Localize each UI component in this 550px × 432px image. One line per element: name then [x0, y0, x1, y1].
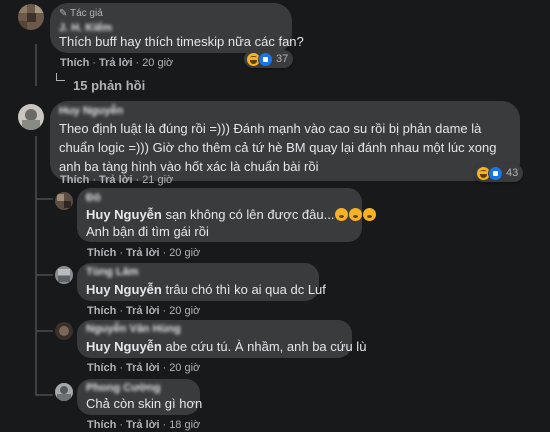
reaction-summary[interactable]: 43 — [474, 164, 524, 182]
mention-link[interactable]: Huy Nguyễn — [86, 207, 162, 222]
reply-actions: Thích · Trả lời · 20 giờ — [87, 247, 201, 259]
reply-button[interactable]: Trả lời — [126, 247, 160, 259]
reply-button[interactable]: Trả lời — [99, 57, 133, 69]
like-button[interactable]: Thích — [60, 57, 89, 69]
avatar[interactable] — [55, 192, 73, 210]
reply-button[interactable]: Trả lời — [126, 419, 160, 431]
reply-text: Huy Nguyễn sạn không có lên được đâu... — [86, 207, 377, 223]
like-button[interactable]: Thích — [87, 305, 116, 317]
thread-line — [35, 44, 37, 86]
comment-text: Theo định luật là đúng rồi =))) Đánh mạn… — [59, 121, 497, 174]
thread-line — [35, 136, 37, 396]
reply-text: Huy Nguyễn abe cứu tú. À nhầm, anh ba cứ… — [86, 339, 367, 354]
timestamp: 20 giờ — [169, 362, 201, 374]
reply-actions: Thích · Trả lời · 20 giờ — [87, 362, 201, 374]
comment-actions: Thích · Trả lời · 21 giờ — [60, 174, 174, 186]
comment-bubble: Huy Nguyễn Theo định luật là đúng rồi =)… — [50, 101, 520, 181]
like-icon — [488, 165, 503, 181]
thread-line — [35, 198, 53, 200]
reaction-summary[interactable]: 37 — [244, 50, 294, 68]
reply-author[interactable]: Nguyễn Văn Hùng — [86, 323, 181, 335]
reaction-count: 43 — [506, 167, 519, 179]
reply-bubble: Tùng Lâm Huy Nguyễn trâu chó thì ko ai q… — [77, 263, 326, 301]
emoji-icon — [349, 208, 363, 221]
reply-button[interactable]: Trả lời — [99, 174, 133, 186]
timestamp: 20 giờ — [169, 247, 201, 259]
like-button[interactable]: Thích — [87, 362, 116, 374]
emoji-icon — [335, 208, 349, 221]
comment-author[interactable]: Huy Nguyễn — [59, 105, 123, 117]
reply-author[interactable]: Tùng Lâm — [86, 266, 139, 278]
replies-arrow-icon — [56, 73, 65, 81]
reply-bubble: Đô Huy Nguyễn sạn không có lên được đâu.… — [77, 188, 377, 242]
thread-line — [35, 274, 53, 276]
reply-button[interactable]: Trả lời — [126, 362, 160, 374]
reply-text: Chả còn skin gì hơn — [86, 396, 203, 411]
reply-text: Huy Nguyễn trâu chó thì ko ai qua dc Luf — [86, 282, 326, 297]
reply-author[interactable]: Phong Cường — [86, 382, 160, 394]
avatar[interactable] — [55, 322, 73, 340]
reply-bubble: Nguyễn Văn Hùng Huy Nguyễn abe cứu tú. À… — [77, 320, 366, 358]
author-badge: ✎ Tác giả — [59, 8, 103, 19]
timestamp: 18 giờ — [169, 419, 201, 431]
like-button[interactable]: Thích — [60, 174, 89, 186]
avatar[interactable] — [55, 266, 73, 284]
like-button[interactable]: Thích — [87, 419, 116, 431]
comment-text: Thích buff hay thích timeskip nữa các fa… — [59, 34, 304, 49]
reply-text-line2: Anh bận đi tìm gái rồi — [86, 224, 209, 239]
mention-link[interactable]: Huy Nguyễn — [86, 282, 162, 297]
thread-line — [35, 394, 53, 396]
timestamp: 20 giờ — [169, 305, 201, 317]
reaction-count: 37 — [276, 53, 289, 65]
comment-actions: Thích · Trả lời · 20 giờ — [60, 57, 174, 69]
comment-bubble: ✎ Tác giả J. H. Kiểm Thích buff hay thíc… — [50, 3, 304, 53]
mention-link[interactable]: Huy Nguyễn — [86, 339, 162, 354]
thread-line — [35, 330, 53, 332]
reply-bubble: Phong Cường Chả còn skin gì hơn — [77, 379, 203, 415]
avatar[interactable] — [18, 104, 44, 130]
like-button[interactable]: Thích — [87, 247, 116, 259]
timestamp: 20 giờ — [142, 57, 174, 69]
reply-button[interactable]: Trả lời — [126, 305, 160, 317]
timestamp: 21 giờ — [142, 174, 174, 186]
avatar[interactable] — [55, 383, 73, 401]
reply-actions: Thích · Trả lời · 20 giờ — [87, 305, 201, 317]
comment-author[interactable]: J. H. Kiểm — [59, 22, 112, 34]
like-icon — [258, 51, 273, 67]
view-replies-link[interactable]: 15 phản hồi — [73, 78, 145, 93]
emoji-icon — [363, 208, 377, 221]
avatar[interactable] — [18, 4, 44, 30]
reply-actions: Thích · Trả lời · 18 giờ — [87, 419, 201, 431]
reply-author[interactable]: Đô — [86, 192, 101, 204]
